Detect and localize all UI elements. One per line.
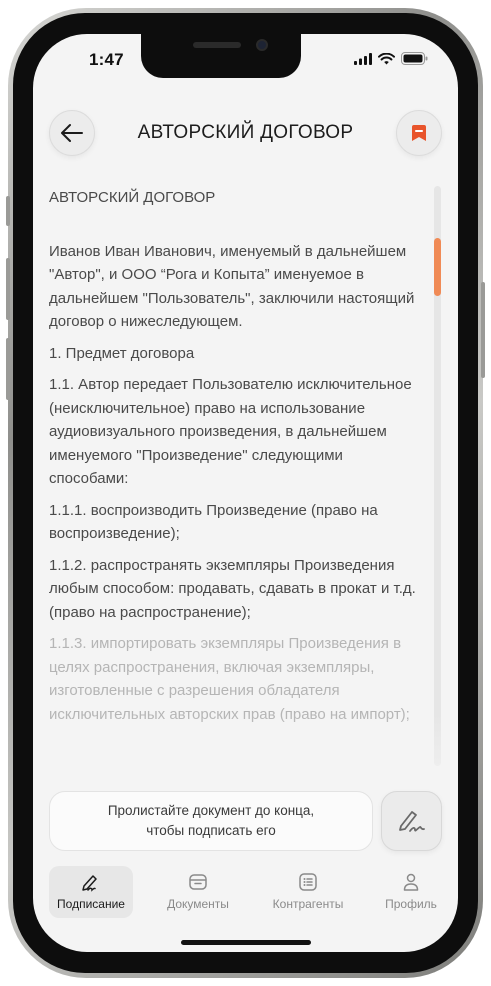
status-time: 1:47 (89, 50, 124, 69)
tab-label: Подписание (57, 897, 125, 911)
mute-switch (6, 196, 10, 226)
screen: 1:47 АВТОРСКИЙ ДОГОВОР АВТОРСКИЙ ДОГОВОР… (33, 34, 458, 952)
pen-icon (82, 875, 97, 892)
tab-bar: Подписание Документы Контрагенты Профиль (33, 862, 458, 922)
tab-signing[interactable]: Подписание (49, 866, 133, 918)
home-indicator[interactable] (181, 940, 311, 945)
cellular-signal-icon (354, 52, 372, 65)
document-heading: АВТОРСКИЙ ДОГОВОР (49, 189, 216, 206)
volume-up-button (6, 258, 10, 320)
document-paragraph: 1. Предмет договора (49, 344, 195, 362)
power-button (481, 282, 485, 378)
document-paragraph: 1.1.2. распространять экземпляры Произве… (49, 556, 416, 621)
scrollbar[interactable] (434, 186, 441, 766)
document-paragraph: 1.1.1. воспроизводить Произведение (прав… (49, 501, 378, 543)
document-body[interactable]: АВТОРСКИЙ ДОГОВОР Иванов Иван Иванович, … (49, 186, 421, 786)
tab-label: Контрагенты (272, 897, 344, 911)
speaker (193, 42, 241, 48)
document-paragraph: 1.1. Автор передает Пользователю исключи… (49, 376, 412, 487)
volume-down-button (6, 338, 10, 400)
bookmark-button[interactable] (396, 110, 442, 156)
battery-icon (401, 52, 428, 65)
sign-button[interactable] (381, 791, 442, 851)
tab-label: Профиль (385, 897, 437, 911)
wifi-icon (378, 52, 395, 64)
notch (141, 34, 301, 78)
folder-icon (189, 874, 207, 890)
scrollbar-thumb[interactable] (434, 238, 441, 296)
tab-documents[interactable]: Документы (156, 866, 240, 918)
tab-counterparties[interactable]: Контрагенты (266, 866, 350, 918)
front-camera (256, 39, 268, 51)
sign-hint-line: чтобы подписать его (146, 823, 276, 838)
page-title: АВТОРСКИЙ ДОГОВОР (137, 122, 354, 143)
sign-hint-line: Пролистайте документ до конца, (107, 803, 315, 818)
document-paragraph: Иванов Иван Иванович, именуемый в дальне… (49, 242, 415, 331)
tab-label: Документы (167, 897, 229, 911)
bookmark-icon (412, 125, 426, 141)
person-icon (403, 873, 419, 891)
tab-profile[interactable]: Профиль (369, 866, 453, 918)
header: АВТОРСКИЙ ДОГОВОР (33, 108, 458, 158)
signature-icon (398, 811, 425, 832)
sign-hint: Пролистайте документ до конца, чтобы под… (49, 791, 373, 851)
list-icon (299, 873, 317, 891)
status-icons (354, 52, 428, 65)
document-paragraph: 1.1.3. импортировать экземпляры Произвед… (49, 635, 410, 723)
